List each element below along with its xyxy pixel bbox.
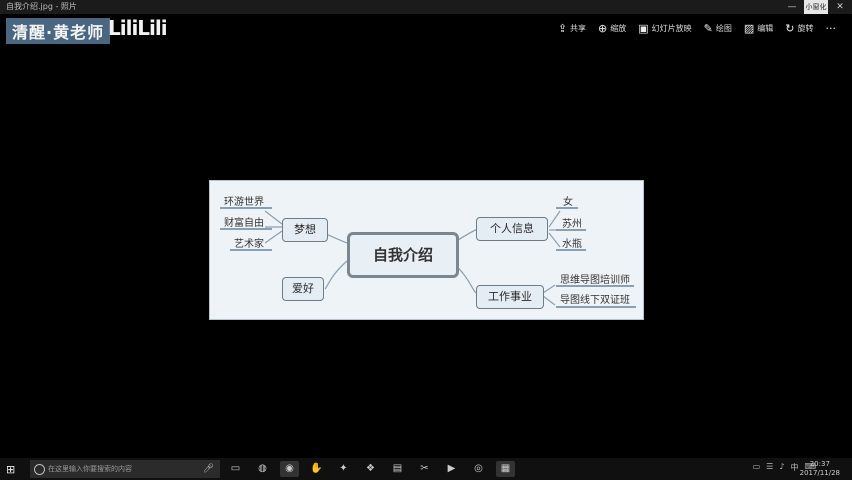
zoom-button[interactable]: ⊕ 缩放 <box>598 22 626 35</box>
browser-icon[interactable]: ◍ <box>253 461 272 477</box>
leaf-underline <box>556 285 634 287</box>
battery-icon[interactable]: ▭ <box>753 462 761 473</box>
cortana-icon <box>34 464 45 475</box>
paint-icon[interactable]: ✦ <box>334 461 353 477</box>
leaf-underline <box>230 249 272 251</box>
leaf-underline <box>220 228 272 230</box>
slideshow-label: 幻灯片放映 <box>651 24 692 33</box>
branch-personal-info: 个人信息 <box>476 217 548 241</box>
leaf-artist: 艺术家 <box>234 239 264 250</box>
photos-icon[interactable]: ▦ <box>496 461 515 477</box>
draw-label: 绘图 <box>715 24 732 33</box>
media-icon[interactable]: ▶ <box>442 461 461 477</box>
taskbar-apps: ▭ ◍ ◉ ✋ ✦ ❖ ▤ ✂ ▶ ◎ ▦ <box>226 461 515 477</box>
minimize-button[interactable]: — <box>780 0 804 14</box>
zoom-label: 缩放 <box>610 24 627 33</box>
input-method-label[interactable]: 中 <box>790 462 798 473</box>
search-box[interactable]: 在这里输入你要搜索的内容 🎤︎ <box>30 460 220 478</box>
leaf-underline <box>220 207 272 209</box>
clock[interactable]: 20:37 2017/11/28 <box>800 460 840 478</box>
leaf-wealth: 财富自由 <box>224 218 264 229</box>
zoom-icon: ⊕ <box>598 22 608 35</box>
leaf-aquarius: 水瓶 <box>562 239 582 250</box>
rotate-label: 旋转 <box>797 24 814 33</box>
mic-icon[interactable]: 🎤︎ <box>203 460 214 478</box>
share-label: 共享 <box>570 24 587 33</box>
watermark: 清醒·黄老师 <box>6 18 111 44</box>
branch-hobby: 爱好 <box>282 277 324 301</box>
edit-label: 编辑 <box>757 24 774 33</box>
clock-date: 2017/11/28 <box>799 469 840 477</box>
start-button[interactable]: ⊞ <box>6 463 15 476</box>
title-bar: 自我介绍.jpg - 照片 — 小窗化 ✕ <box>0 0 852 14</box>
leaf-trainer: 思维导图培训师 <box>560 275 630 286</box>
leaf-underline <box>556 229 586 231</box>
photo-toolbar: ⇪ 共享 ⊕ 缩放 ▣ 幻灯片放映 ✎ 绘图 ▨ 编辑 ↻ 旋转 ··· <box>558 22 836 35</box>
mindmap-image: 自我介绍 梦想 环游世界 财富自由 艺术家 爱好 个人信息 女 苏州 水瓶 工作… <box>209 180 644 320</box>
leaf-suzhou: 苏州 <box>562 219 582 230</box>
volume-icon[interactable]: ♪ <box>779 462 784 473</box>
leaf-underline <box>556 207 578 209</box>
clock-time: 20:37 <box>809 460 830 468</box>
close-button[interactable]: ✕ <box>828 0 852 14</box>
share-button[interactable]: ⇪ 共享 <box>558 22 586 35</box>
folder-icon[interactable]: ▤ <box>388 461 407 477</box>
edit-button[interactable]: ▨ 编辑 <box>744 22 773 35</box>
camera-icon[interactable]: ◎ <box>469 461 488 477</box>
slideshow-icon: ▣ <box>638 22 649 35</box>
draw-icon: ✎ <box>703 22 713 35</box>
share-icon: ⇪ <box>557 22 568 35</box>
more-icon: ··· <box>825 22 837 35</box>
draw-button[interactable]: ✎ 绘图 <box>704 22 732 35</box>
slideshow-button[interactable]: ▣ 幻灯片放映 <box>638 22 691 35</box>
store-icon[interactable]: ❖ <box>361 461 380 477</box>
search-placeholder: 在这里输入你要搜索的内容 <box>48 465 132 473</box>
tool-icon[interactable]: ✂ <box>415 461 434 477</box>
branch-career: 工作事业 <box>476 285 544 309</box>
leaf-underline <box>556 306 636 308</box>
network-icon[interactable]: ☰ <box>766 462 773 473</box>
window-controls: — 小窗化 ✕ <box>780 0 852 14</box>
leaf-female: 女 <box>563 197 573 208</box>
hand-icon[interactable]: ✋ <box>307 461 326 477</box>
mindmap-center-node: 自我介绍 <box>347 232 459 278</box>
leaf-travel: 环游世界 <box>224 197 264 208</box>
restore-button[interactable]: 小窗化 <box>804 0 828 14</box>
leaf-offline-class: 导图线下双证班 <box>560 295 630 306</box>
branch-dream: 梦想 <box>282 218 328 242</box>
rotate-icon: ↻ <box>785 22 795 35</box>
leaf-underline <box>556 249 586 251</box>
more-button[interactable]: ··· <box>826 22 837 35</box>
rotate-button[interactable]: ↻ 旋转 <box>785 22 813 35</box>
taskbar: ⊞ 在这里输入你要搜索的内容 🎤︎ ▭ ◍ ◉ ✋ ✦ ❖ ▤ ✂ ▶ ◎ ▦ … <box>0 458 852 480</box>
window-title: 自我介绍.jpg - 照片 <box>6 2 77 11</box>
chat-app-icon[interactable]: ◉ <box>280 461 299 477</box>
bilibili-logo: LiliLili <box>108 16 168 40</box>
task-view-icon[interactable]: ▭ <box>226 461 245 477</box>
edit-icon: ▨ <box>743 22 755 35</box>
watermark-text: 清醒·黄老师 <box>12 23 105 42</box>
